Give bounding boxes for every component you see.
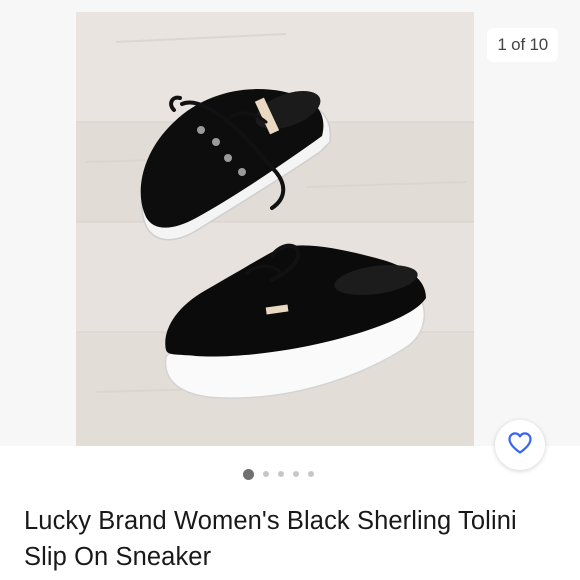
pagination-dot[interactable] — [263, 471, 269, 477]
favorite-button[interactable] — [495, 420, 545, 470]
image-gallery[interactable]: 1 of 10 — [0, 0, 580, 446]
product-photo[interactable] — [76, 12, 474, 446]
pagination-dot[interactable] — [293, 471, 299, 477]
pagination-dot[interactable] — [278, 471, 284, 477]
gallery-pagination — [243, 467, 314, 481]
heart-icon — [507, 431, 533, 460]
listing-screen: 1 of 10 Lucky Brand Women's Black Sherli… — [0, 0, 580, 580]
pagination-dot-active[interactable] — [243, 468, 254, 480]
listing-title: Lucky Brand Women's Black Sherling Tolin… — [24, 507, 517, 571]
image-counter: 1 of 10 — [487, 28, 558, 62]
pagination-dot[interactable] — [308, 471, 314, 477]
